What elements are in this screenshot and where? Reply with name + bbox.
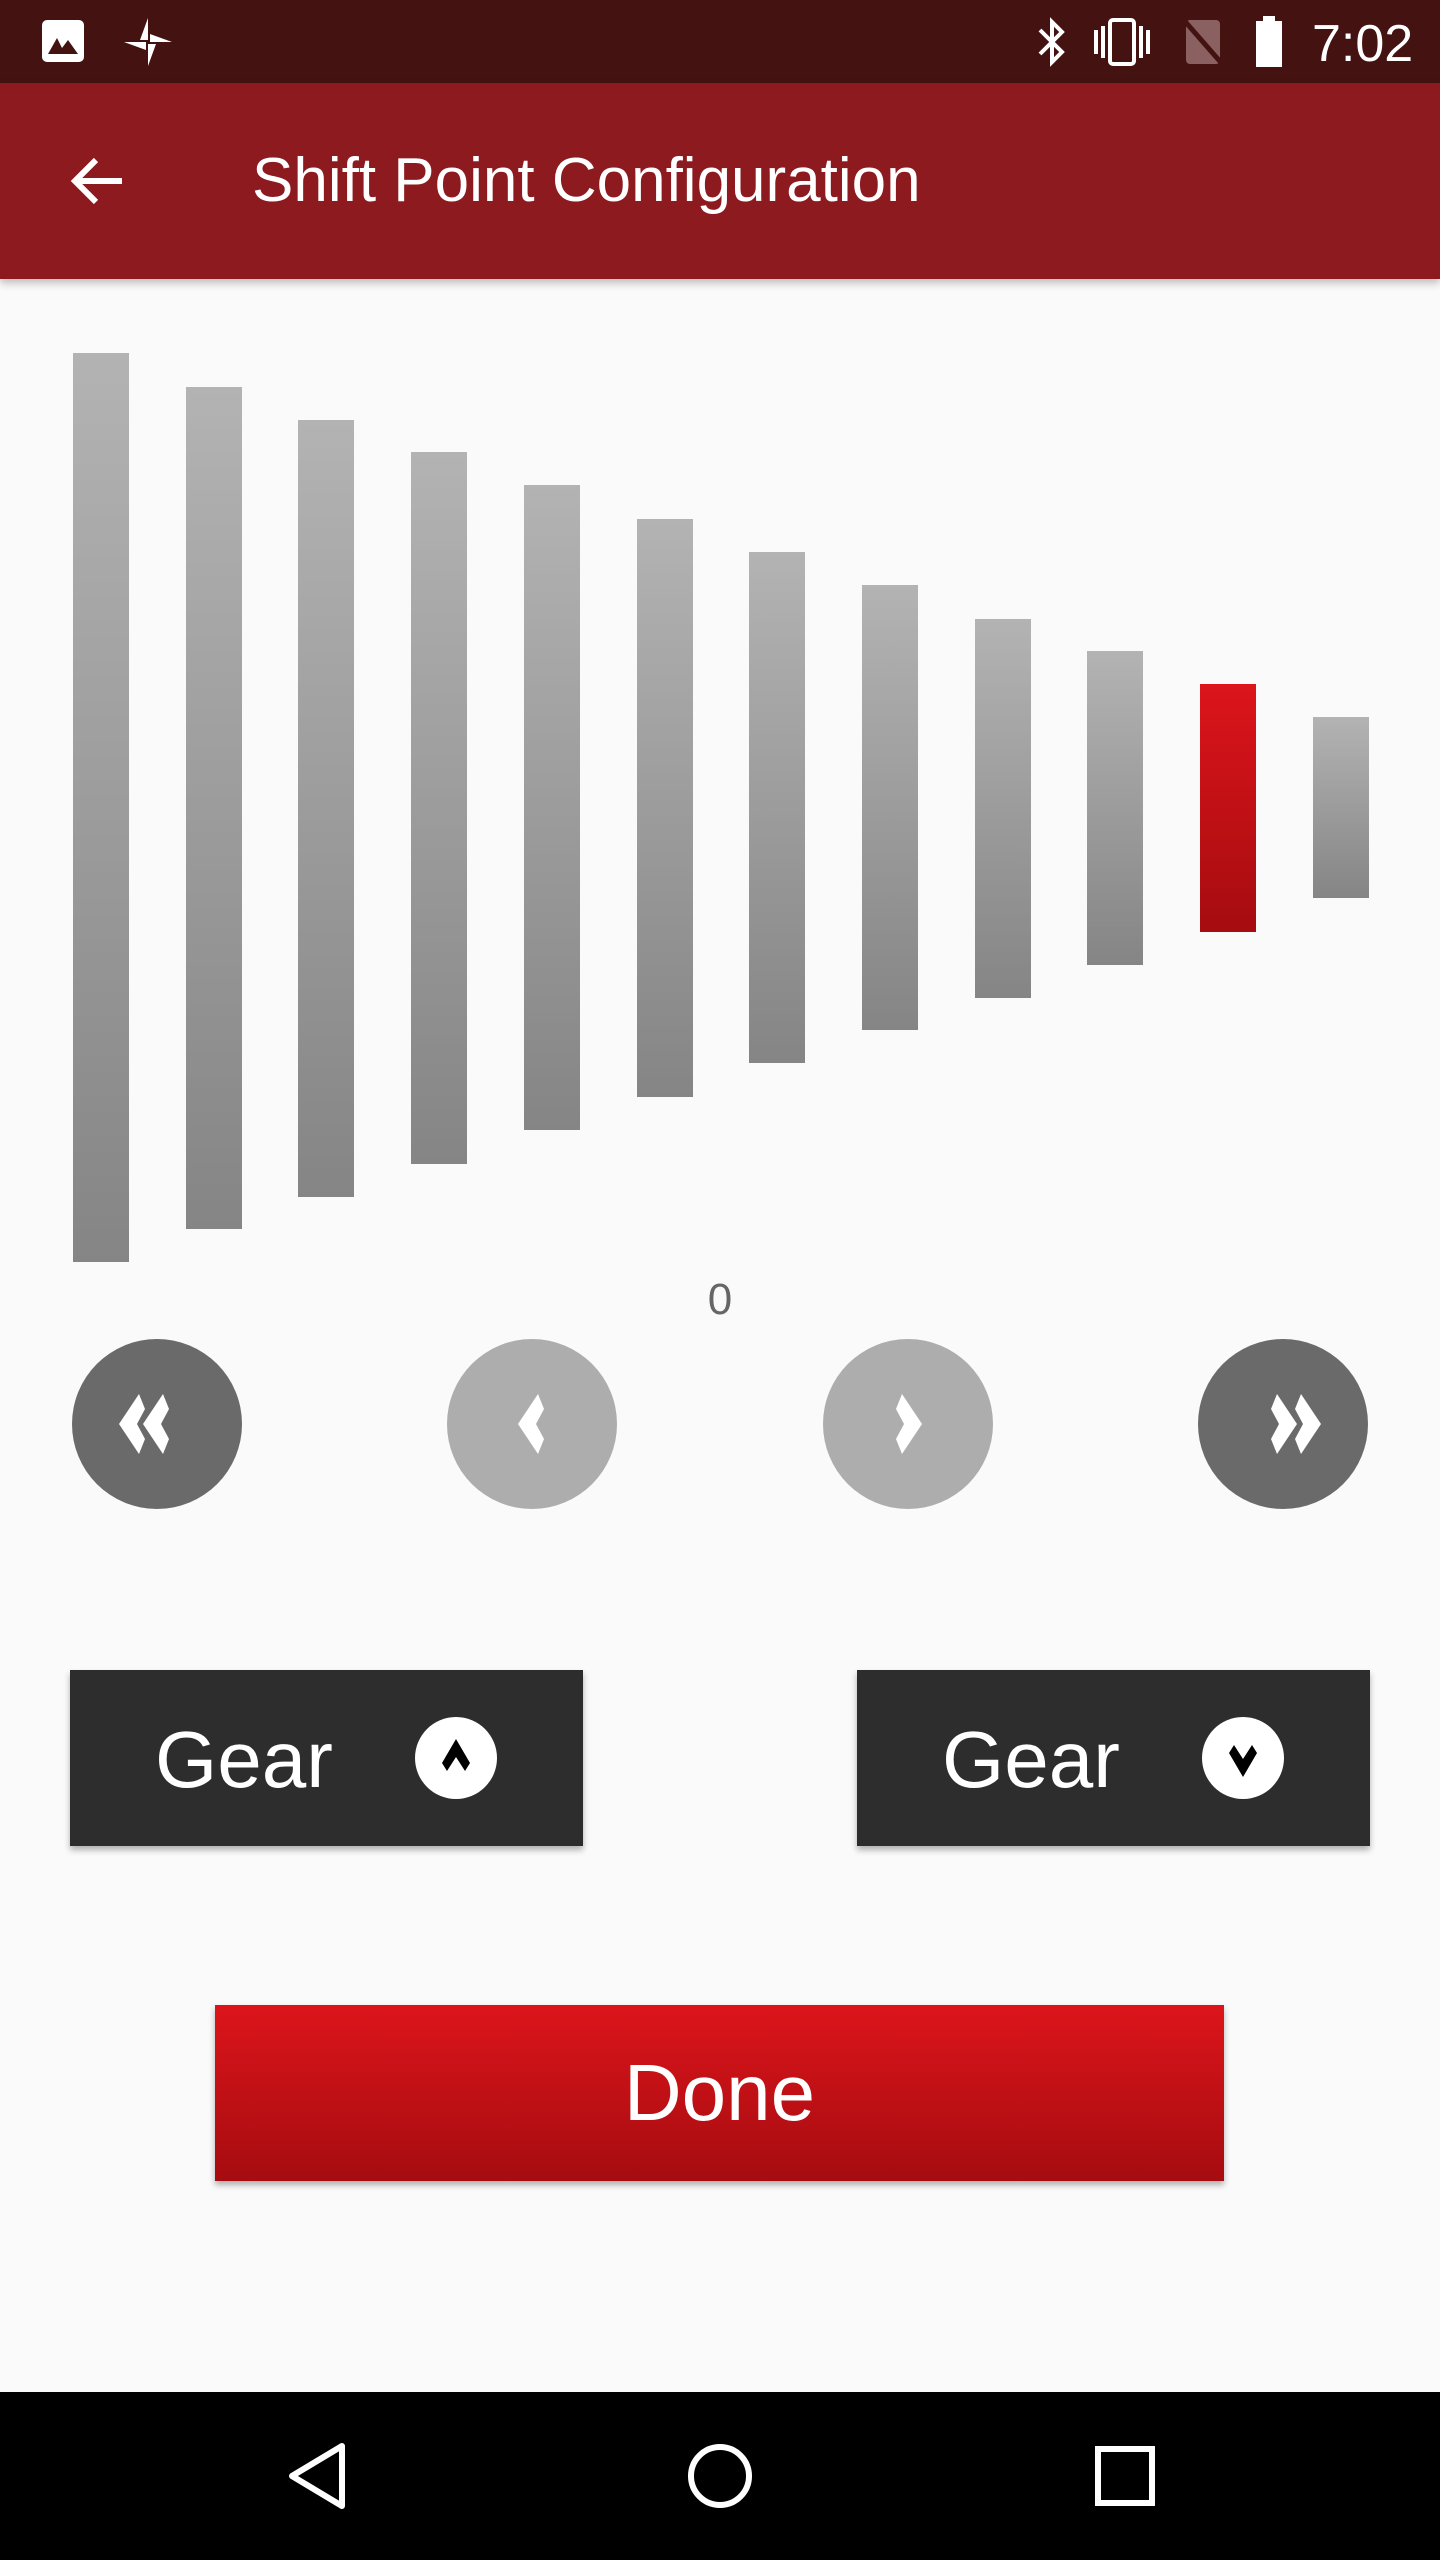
done-button[interactable]: Done bbox=[215, 2005, 1224, 2181]
gear-up-label: Gear bbox=[155, 1715, 333, 1804]
shift-point-bar-8[interactable] bbox=[861, 585, 918, 1030]
previous-button[interactable] bbox=[447, 1339, 617, 1509]
arrow-back-icon[interactable] bbox=[60, 141, 140, 221]
shift-point-bar-11[interactable] bbox=[1200, 684, 1256, 932]
status-bar: 7:02 bbox=[0, 0, 1440, 83]
back-triangle-icon[interactable] bbox=[280, 2436, 360, 2516]
next-button[interactable] bbox=[823, 1339, 993, 1509]
shift-point-bar-12[interactable] bbox=[1312, 717, 1369, 898]
last-button[interactable] bbox=[1198, 1339, 1368, 1509]
image-icon bbox=[42, 20, 84, 62]
chevron-up-circle-icon bbox=[415, 1717, 497, 1799]
first-button[interactable] bbox=[72, 1339, 242, 1509]
vibrate-icon bbox=[1094, 18, 1150, 66]
chevron-left-icon bbox=[518, 1394, 544, 1454]
shift-point-bar-7[interactable] bbox=[749, 552, 806, 1063]
gear-up-button[interactable]: Gear bbox=[70, 1670, 583, 1846]
gear-down-label: Gear bbox=[942, 1715, 1120, 1804]
chevron-down-circle-icon bbox=[1202, 1717, 1284, 1799]
double-chevron-left-icon bbox=[119, 1394, 169, 1454]
battery-icon bbox=[1256, 16, 1282, 67]
shift-point-bar-3[interactable] bbox=[298, 420, 355, 1197]
bluetooth-icon bbox=[1038, 17, 1065, 67]
shift-point-bar-4[interactable] bbox=[411, 452, 468, 1164]
shift-point-bar-2[interactable] bbox=[185, 387, 242, 1229]
double-chevron-right-icon bbox=[1271, 1394, 1321, 1454]
navigation-bar bbox=[0, 2392, 1440, 2560]
gear-down-button[interactable]: Gear bbox=[857, 1670, 1370, 1846]
app-bar: Shift Point Configuration bbox=[0, 83, 1440, 279]
shift-point-bar-10[interactable] bbox=[1087, 651, 1144, 965]
home-circle-icon[interactable] bbox=[680, 2436, 760, 2516]
shift-point-value: 0 bbox=[707, 1275, 733, 1324]
recents-square-icon[interactable] bbox=[1085, 2436, 1165, 2516]
status-time: 7:02 bbox=[1312, 15, 1414, 73]
shift-point-bar-6[interactable] bbox=[636, 519, 693, 1097]
shift-point-bar-5[interactable] bbox=[523, 485, 580, 1130]
pinwheel-icon bbox=[124, 18, 172, 66]
page-title: Shift Point Configuration bbox=[252, 146, 921, 215]
shift-point-bar-1[interactable] bbox=[73, 353, 129, 1262]
chevron-right-icon bbox=[896, 1394, 922, 1454]
shift-point-bar-9[interactable] bbox=[974, 619, 1031, 998]
no-sim-icon bbox=[1180, 16, 1226, 68]
